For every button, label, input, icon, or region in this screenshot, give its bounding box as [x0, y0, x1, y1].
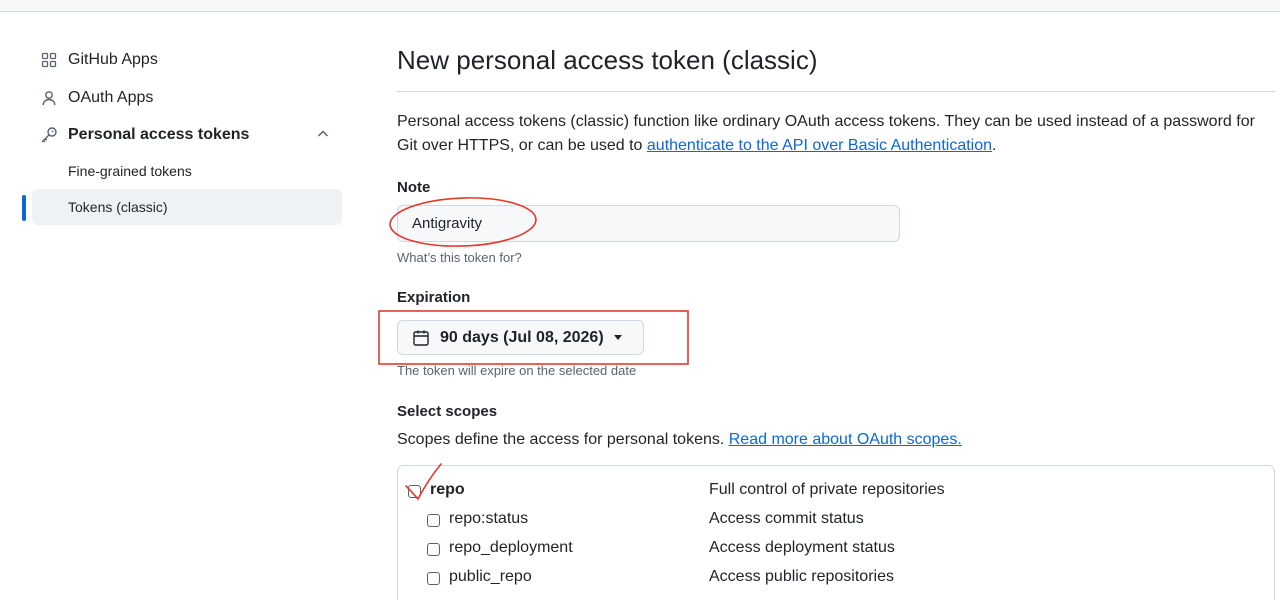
scope-name: repo_deployment: [449, 539, 573, 556]
person-icon: [40, 89, 58, 107]
scopes-description-text: Scopes define the access for personal to…: [397, 431, 729, 448]
page-title: New personal access token (classic): [397, 45, 818, 75]
scopes-label: Select scopes: [397, 403, 498, 420]
scope-row-public-repo[interactable]: public_repo Access public repositories: [408, 568, 1268, 590]
scope-name: repo: [430, 481, 465, 498]
expiration-value: 90 days (Jul 08, 2026): [440, 328, 604, 346]
scope-checkbox[interactable]: [408, 485, 421, 498]
expiration-hint: The token will expire on the selected da…: [397, 363, 637, 378]
scope-description: Access deployment status: [709, 539, 895, 556]
sidebar-item-label: Personal access tokens: [68, 126, 250, 143]
expiration-select[interactable]: 90 days (Jul 08, 2026): [397, 320, 644, 355]
sidebar-item-label: Fine-grained tokens: [68, 163, 192, 179]
sidebar-item-tokens-classic[interactable]: Tokens (classic): [32, 189, 342, 225]
apps-grid-icon: [40, 51, 58, 69]
scope-name: public_repo: [449, 568, 532, 585]
scope-row-repo-deployment[interactable]: repo_deployment Access deployment status: [408, 539, 1268, 561]
oauth-scopes-link[interactable]: Read more about OAuth scopes.: [729, 431, 962, 448]
note-hint: What’s this token for?: [397, 250, 522, 265]
scope-row-repo-status[interactable]: repo:status Access commit status: [408, 510, 1268, 532]
active-indicator: [22, 195, 26, 221]
sidebar-item-label: Tokens (classic): [68, 199, 168, 215]
caret-down-icon: [613, 335, 622, 340]
note-label: Note: [397, 179, 431, 196]
sidebar-item-fine-grained-tokens[interactable]: Fine-grained tokens: [32, 153, 342, 189]
scope-checkbox[interactable]: [427, 572, 440, 585]
top-bar: [0, 0, 1280, 12]
sidebar-item-label: GitHub Apps: [68, 51, 158, 68]
sidebar-item-github-apps[interactable]: GitHub Apps: [40, 48, 158, 72]
scope-checkbox[interactable]: [427, 514, 440, 527]
scopes-description: Scopes define the access for personal to…: [397, 431, 962, 449]
sidebar-item-personal-access-tokens[interactable]: Personal access tokens: [40, 123, 249, 147]
scope-name: repo:status: [449, 510, 529, 527]
page-description: Personal access tokens (classic) functio…: [397, 110, 1275, 158]
calendar-icon: [412, 329, 430, 347]
scope-description: Access commit status: [709, 510, 864, 527]
scopes-table: repo Full control of private repositorie…: [397, 465, 1275, 600]
basic-auth-link[interactable]: authenticate to the API over Basic Authe…: [647, 137, 992, 154]
description-end: .: [992, 137, 997, 154]
note-input[interactable]: [397, 205, 900, 242]
chevron-up-icon[interactable]: [315, 126, 331, 142]
scope-description: Access public repositories: [709, 568, 894, 585]
sidebar-item-oauth-apps[interactable]: OAuth Apps: [40, 86, 153, 110]
scope-description: Full control of private repositories: [709, 481, 945, 498]
expiration-label: Expiration: [397, 289, 471, 306]
scope-row-repo[interactable]: repo Full control of private repositorie…: [408, 481, 1268, 503]
divider: [397, 91, 1275, 92]
sidebar-item-label: OAuth Apps: [68, 89, 154, 106]
key-icon: [40, 126, 58, 144]
scope-checkbox[interactable]: [427, 543, 440, 556]
